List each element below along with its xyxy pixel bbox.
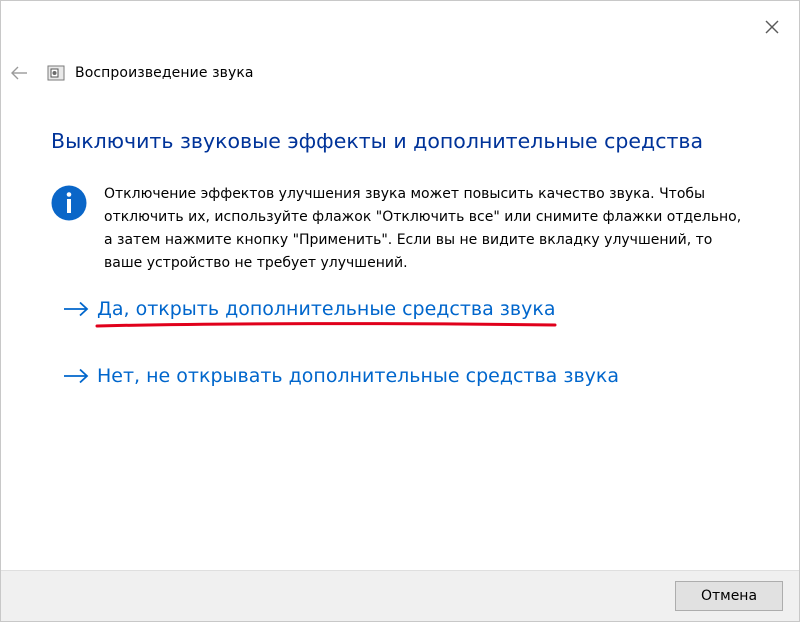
open-audio-tools-label: Да, открыть дополнительные средства звук…	[97, 298, 556, 320]
info-message: Отключение эффектов улучшения звука може…	[104, 186, 742, 271]
title-bar: Воспроизведение звука	[9, 59, 254, 87]
back-button[interactable]	[9, 63, 29, 83]
red-annotation-underline	[95, 322, 557, 328]
arrow-right-icon	[64, 368, 89, 384]
page-heading: Выключить звуковые эффекты и дополнитель…	[51, 129, 704, 153]
back-arrow-icon	[11, 66, 27, 80]
close-button[interactable]	[763, 18, 781, 36]
window-title: Воспроизведение звука	[75, 65, 254, 81]
arrow-right-icon	[64, 301, 89, 317]
do-not-open-audio-tools-label: Нет, не открывать дополнительные средств…	[97, 365, 620, 387]
close-icon	[765, 20, 779, 34]
speaker-app-icon	[47, 65, 65, 81]
info-icon	[51, 185, 87, 221]
cancel-button[interactable]: Отмена	[675, 581, 783, 611]
dialog-footer: Отмена	[1, 570, 799, 621]
sound-playback-dialog: Воспроизведение звука Выключить звуковые…	[0, 0, 800, 622]
open-audio-tools-link[interactable]: Да, открыть дополнительные средства звук…	[63, 298, 555, 320]
do-not-open-audio-tools-link[interactable]: Нет, не открывать дополнительные средств…	[63, 365, 619, 387]
